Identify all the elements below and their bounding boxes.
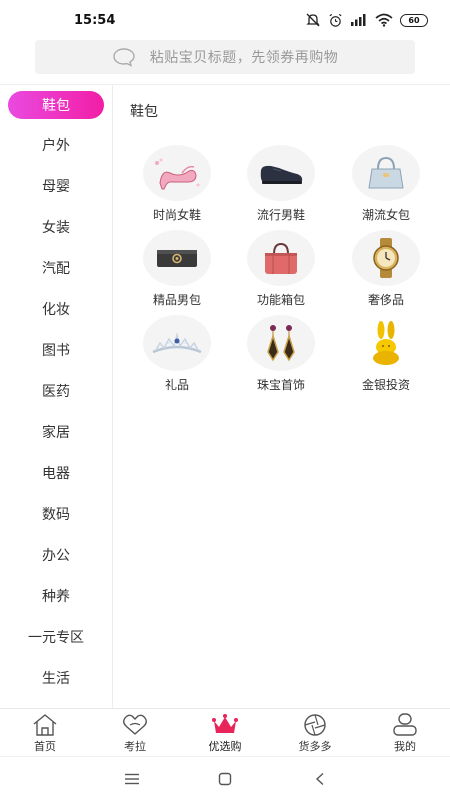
tab-kaola[interactable]: 考拉 <box>90 709 180 755</box>
bottom-tabbar: 首页 考拉 优选购 货多多 我的 <box>0 709 450 755</box>
sidebar-item-auto-parts[interactable]: 汽配 <box>0 254 112 282</box>
wallet-icon <box>143 230 211 286</box>
sidebar-item-office[interactable]: 办公 <box>0 541 112 569</box>
sidebar-item-outdoor[interactable]: 户外 <box>0 131 112 159</box>
home-nav-button[interactable] <box>215 769 235 789</box>
earrings-icon <box>247 315 315 371</box>
user-icon <box>393 713 417 736</box>
sidebar-item-books[interactable]: 图书 <box>0 336 112 364</box>
sidebar-item-farming[interactable]: 种养 <box>0 582 112 610</box>
status-bar: 15:54 60 <box>0 0 450 40</box>
category-sidebar: 鞋包 户外 母婴 女装 汽配 化妆 图书 医药 家居 电器 数码 办公 种养 一… <box>0 85 112 708</box>
search-icon <box>113 48 135 67</box>
tab-label: 货多多 <box>298 740 332 753</box>
sidebar-item-baby[interactable]: 母婴 <box>0 172 112 200</box>
square-icon <box>218 772 232 786</box>
search-bar[interactable]: 粘贴宝贝标题，先领券再购物 <box>35 40 415 74</box>
alarm-icon <box>329 13 342 27</box>
menu-nav-button[interactable] <box>122 769 142 789</box>
menu-icon <box>125 773 139 785</box>
tab-home[interactable]: 首页 <box>0 709 90 755</box>
category-label: 流行男鞋 <box>256 208 305 222</box>
section-title: 鞋包 <box>130 104 158 120</box>
sidebar-item-home[interactable]: 家居 <box>0 418 112 446</box>
category-mens-bags[interactable]: 精品男包 <box>122 230 232 312</box>
tab-label: 我的 <box>394 740 416 753</box>
duffel-bag-icon <box>247 230 315 286</box>
sidebar-item-shoes-bags[interactable]: 鞋包 <box>8 91 104 119</box>
tab-huoduoduo[interactable]: 货多多 <box>270 709 360 755</box>
category-jewelry[interactable]: 珠宝首饰 <box>226 315 336 397</box>
status-time: 15:54 <box>74 13 116 28</box>
watch-icon <box>352 230 420 286</box>
category-luxury[interactable]: 奢侈品 <box>331 230 441 312</box>
signal-icon <box>351 14 366 26</box>
aperture-icon <box>304 714 326 736</box>
category-label: 礼品 <box>164 378 189 392</box>
tab-label: 考拉 <box>124 740 146 753</box>
high-heel-icon <box>143 145 211 201</box>
status-icons: 60 <box>305 12 428 28</box>
system-navbar <box>0 756 450 800</box>
wifi-icon <box>375 13 393 27</box>
category-womens-bags[interactable]: 潮流女包 <box>331 145 441 227</box>
sidebar-divider <box>112 85 113 708</box>
sidebar-item-digital[interactable]: 数码 <box>0 500 112 528</box>
category-luggage[interactable]: 功能箱包 <box>226 230 336 312</box>
sidebar-item-appliances[interactable]: 电器 <box>0 459 112 487</box>
mens-shoe-icon <box>247 145 315 201</box>
sidebar-item-cosmetics[interactable]: 化妆 <box>0 295 112 323</box>
gold-rabbit-icon <box>352 315 420 371</box>
tab-youxuangou[interactable]: 优选购 <box>180 709 270 755</box>
category-label: 时尚女鞋 <box>152 208 201 222</box>
sidebar-item-one-yuan[interactable]: 一元专区 <box>0 623 112 651</box>
category-gifts[interactable]: 礼品 <box>122 315 232 397</box>
heart-icon <box>123 714 147 735</box>
category-label: 珠宝首饰 <box>256 378 305 392</box>
search-placeholder: 粘贴宝贝标题，先领券再购物 <box>149 50 339 66</box>
category-mens-shoes[interactable]: 流行男鞋 <box>226 145 336 227</box>
crown-icon <box>212 714 238 733</box>
tab-label: 优选购 <box>208 740 242 753</box>
battery-indicator: 60 <box>400 13 428 27</box>
back-nav-button[interactable] <box>310 769 330 789</box>
category-gold-investment[interactable]: 金银投资 <box>331 315 441 397</box>
sidebar-item-womens-clothing[interactable]: 女装 <box>0 213 112 241</box>
tab-mine[interactable]: 我的 <box>360 709 450 755</box>
handbag-icon <box>352 145 420 201</box>
tab-label: 首页 <box>34 740 56 753</box>
back-arrow-icon <box>315 772 324 786</box>
category-label: 精品男包 <box>152 293 201 307</box>
category-womens-shoes[interactable]: 时尚女鞋 <box>122 145 232 227</box>
sidebar-item-medicine[interactable]: 医药 <box>0 377 112 405</box>
category-label: 潮流女包 <box>361 208 410 222</box>
mute-icon <box>306 13 320 27</box>
home-icon <box>33 714 57 736</box>
sidebar-item-life[interactable]: 生活 <box>0 664 112 692</box>
category-label: 功能箱包 <box>256 293 305 307</box>
category-label: 奢侈品 <box>367 293 404 307</box>
tiara-icon <box>143 315 211 371</box>
category-label: 金银投资 <box>361 378 410 392</box>
